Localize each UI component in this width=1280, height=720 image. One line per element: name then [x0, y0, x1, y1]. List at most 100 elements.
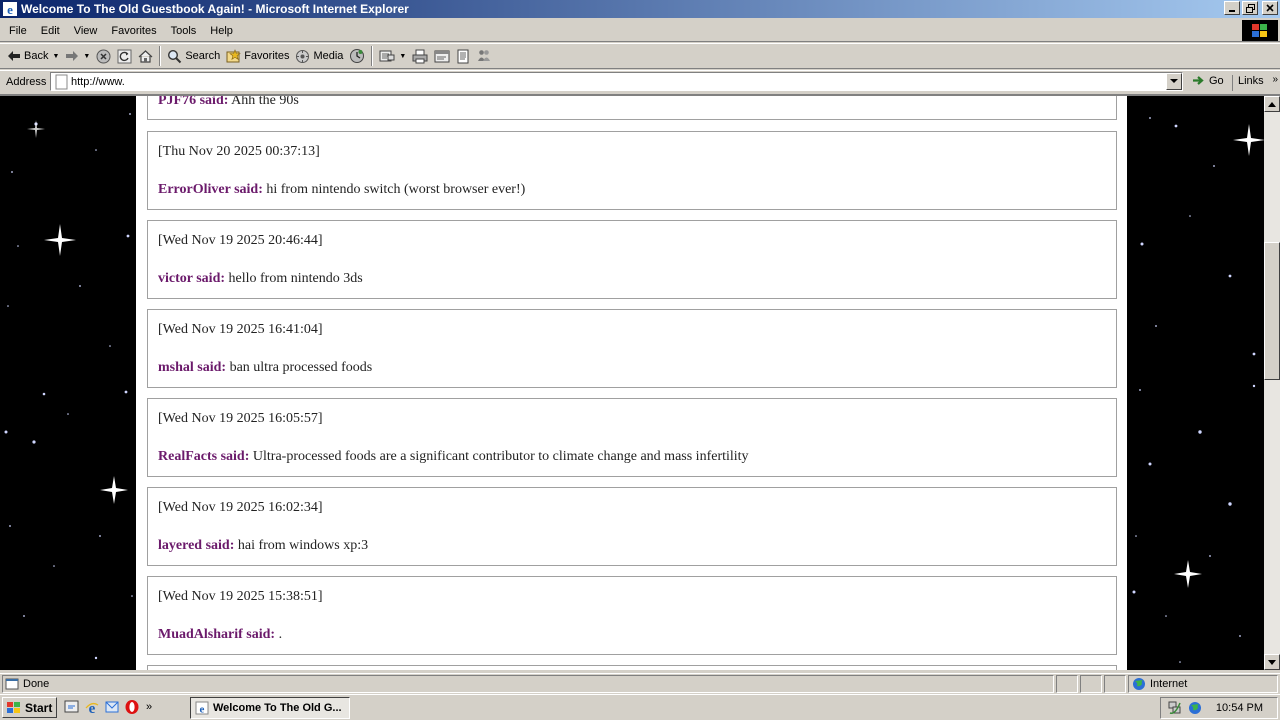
guestbook-entry: PJF76 said: Ahh the 90s — [147, 94, 1117, 120]
print-button[interactable] — [409, 45, 431, 67]
edit-page-button[interactable] — [431, 45, 453, 67]
title-bar[interactable]: e Welcome To The Old Guestbook Again! - … — [0, 0, 1280, 18]
document-icon — [457, 49, 469, 63]
address-input[interactable] — [71, 74, 1161, 89]
outlook-express-icon[interactable] — [104, 699, 120, 715]
show-desktop-icon[interactable] — [64, 699, 80, 715]
internet-globe-icon[interactable] — [1187, 700, 1203, 716]
entry-timestamp: [Thu Nov 20 2025 00:37:13] — [158, 144, 320, 159]
history-button[interactable] — [346, 45, 368, 67]
guestbook-entry: [Wed Nov 19 2025 16:02:34] layered said:… — [147, 487, 1117, 566]
menu-file[interactable]: File — [0, 25, 34, 37]
discuss-button[interactable] — [453, 45, 473, 67]
window-title: Welcome To The Old Guestbook Again! - Mi… — [21, 2, 409, 16]
opera-icon[interactable] — [124, 699, 140, 715]
vertical-scrollbar[interactable] — [1264, 96, 1280, 670]
security-zone: Internet — [1128, 675, 1278, 693]
entry-message-line: PJF76 said: Ahh the 90s — [158, 94, 299, 109]
scroll-up-button[interactable] — [1264, 96, 1280, 112]
edit-page-icon — [434, 50, 450, 62]
forward-dropdown-icon[interactable]: ▼ — [83, 53, 90, 60]
clock: 10:54 PM — [1215, 702, 1263, 714]
favorites-icon — [226, 48, 242, 62]
stop-button[interactable] — [93, 45, 114, 67]
forward-button[interactable]: ▼ — [62, 45, 93, 67]
entry-message-line: mshal said: ban ultra processed foods — [158, 360, 372, 376]
toolbar-separator — [371, 46, 374, 66]
svg-text:e: e — [200, 704, 205, 716]
menu-help[interactable]: Help — [203, 25, 240, 37]
status-main: Done — [2, 675, 1054, 693]
menu-tools[interactable]: Tools — [164, 25, 204, 37]
scroll-down-button[interactable] — [1264, 654, 1280, 670]
entry-message-line: ErrorOliver said: hi from nintendo switc… — [158, 182, 525, 198]
mail-button[interactable]: ▼ — [376, 45, 409, 67]
entry-timestamp: [Wed Nov 19 2025 15:38:51] — [158, 589, 323, 604]
guestbook-entry: [Wed Nov 19 2025 20:46:44] victor said: … — [147, 220, 1117, 299]
minimize-icon — [1229, 10, 1235, 12]
close-icon — [1266, 4, 1274, 12]
mail-dropdown-icon[interactable]: ▼ — [399, 53, 406, 60]
status-cell — [1056, 675, 1078, 693]
restore-button[interactable] — [1242, 1, 1258, 15]
ie-page-icon: e — [195, 701, 209, 715]
entry-author: layered said: — [158, 538, 235, 553]
entry-message-line: layered said: hai from windows xp:3 — [158, 538, 368, 554]
address-field[interactable] — [50, 72, 1183, 91]
entry-message: Ahh the 90s — [231, 94, 299, 108]
go-arrow-icon — [1193, 76, 1204, 85]
network-icon[interactable] — [1167, 700, 1183, 716]
home-icon — [138, 49, 153, 63]
quick-launch: e » — [64, 699, 152, 715]
back-button[interactable]: Back ▼ — [4, 45, 62, 67]
menu-edit[interactable]: Edit — [34, 25, 67, 37]
back-dropdown-icon[interactable]: ▼ — [52, 53, 59, 60]
mail-icon — [379, 50, 395, 62]
messenger-button[interactable] — [473, 45, 495, 67]
guestbook-entry: [Thu Nov 20 2025 00:37:13] ErrorOliver s… — [147, 131, 1117, 210]
ie-icon: e — [3, 2, 17, 17]
messenger-icon — [478, 50, 491, 61]
restore-icon — [1245, 3, 1255, 13]
refresh-button[interactable] — [114, 45, 135, 67]
entry-author: PJF76 said: — [158, 94, 229, 108]
menu-bar: File Edit View Favorites Tools Help — [0, 20, 1280, 42]
chevron-right-icon[interactable]: » — [1272, 74, 1278, 85]
internet-explorer-icon[interactable]: e — [84, 699, 100, 715]
chevron-right-icon[interactable]: » — [146, 701, 152, 713]
go-label: Go — [1209, 74, 1224, 87]
menu-view[interactable]: View — [67, 25, 105, 37]
svg-text:e: e — [7, 2, 13, 17]
go-button[interactable]: Go — [1191, 73, 1224, 88]
taskbar-window-button[interactable]: e Welcome To The Old G... — [190, 697, 350, 719]
address-dropdown-button[interactable] — [1166, 73, 1182, 90]
taskbar: Start e » e Welcome To The Old G... 10:5… — [0, 694, 1280, 720]
back-arrow-icon — [8, 51, 20, 61]
print-icon — [412, 49, 428, 63]
arrow-up-icon — [1268, 101, 1276, 107]
media-button[interactable]: Media — [292, 45, 346, 67]
entry-message: Ultra-processed foods are a significant … — [252, 449, 749, 464]
standard-toolbar: Back ▼ ▼ Search Favorites Media ▼ — [0, 43, 1280, 69]
status-bar: Done Internet — [0, 673, 1280, 693]
entry-author: victor said: — [158, 271, 226, 286]
guestbook-entry: [Wed Nov 19 2025 16:05:57] RealFacts sai… — [147, 398, 1117, 477]
close-button[interactable] — [1262, 1, 1278, 15]
menu-favorites[interactable]: Favorites — [104, 25, 163, 37]
start-button[interactable]: Start — [2, 697, 57, 718]
home-button[interactable] — [135, 45, 156, 67]
entry-author: RealFacts said: — [158, 449, 250, 464]
search-button[interactable]: Search — [164, 45, 223, 67]
arrow-down-icon — [1268, 659, 1276, 665]
guestbook-entry: [Wed Nov 19 2025 16:41:04] mshal said: b… — [147, 309, 1117, 388]
links-button[interactable]: Links — [1232, 75, 1264, 91]
status-cell — [1104, 675, 1126, 693]
entry-message-line: MuadAlsharif said: . — [158, 627, 282, 643]
minimize-button[interactable] — [1224, 1, 1240, 15]
favorites-button[interactable]: Favorites — [223, 45, 292, 67]
windows-flag-icon — [7, 701, 20, 713]
entry-timestamp: [Wed Nov 19 2025 16:05:57] — [158, 411, 323, 426]
toolbar-separator — [159, 46, 162, 66]
scrollbar-thumb[interactable] — [1264, 242, 1280, 380]
entry-message: . — [278, 627, 283, 642]
